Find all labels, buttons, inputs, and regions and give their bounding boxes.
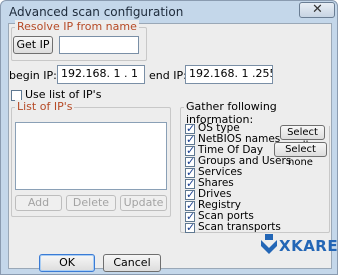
close-button[interactable]: ✕ [299,2,335,18]
end-ip-label: end IP: [149,69,187,82]
hostname-input[interactable] [59,36,139,54]
gather-checkbox-label: Scan transports [198,221,281,233]
ok-button-label: OK [59,256,75,269]
dialog-client-area: Resolve IP from name Get IP begin IP: 19… [8,20,338,272]
add-button-label: Add [27,196,50,209]
begin-ip-input[interactable]: 192.168. 1 . 1 [57,65,145,84]
begin-ip-label: begin IP: [9,69,57,82]
update-button-label: Update [123,196,164,209]
logo-text: XKARE [279,237,339,255]
gather-checkbox[interactable] [185,221,195,234]
ok-button[interactable]: OK [39,254,95,272]
ip-listbox[interactable] [15,122,167,190]
delete-button-label: Delete [72,196,110,209]
get-ip-button-label: Get IP [16,38,50,51]
window-title: Advanced scan configuration [9,5,184,19]
end-ip-input[interactable]: 192.168. 1 .255 [185,65,273,84]
delete-button[interactable]: Delete [66,195,116,211]
close-icon: ✕ [312,2,323,17]
xkare-logo: XKARE [259,232,339,262]
ip-list-legend: List of IP's [15,100,75,113]
get-ip-button[interactable]: Get IP [13,36,53,54]
cancel-button-label: Cancel [113,256,151,269]
update-button[interactable]: Update [120,195,167,211]
cancel-button[interactable]: Cancel [103,254,161,272]
dialog-window: Advanced scan configuration ✕ Resolve IP… [0,0,338,275]
select-all-button[interactable]: Select all [280,125,325,151]
add-button[interactable]: Add [15,195,62,211]
resolve-ip-legend: Resolve IP from name [15,20,139,33]
